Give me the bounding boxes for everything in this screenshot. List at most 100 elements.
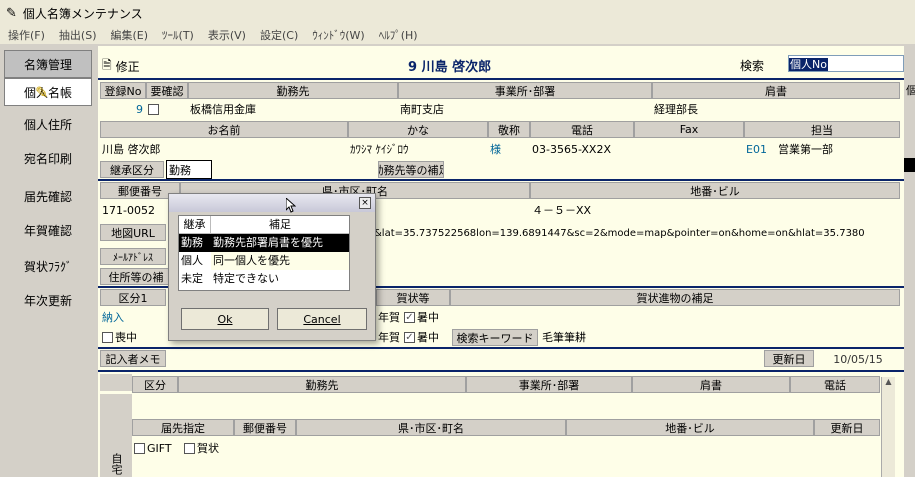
menu-settings[interactable]: 設定(C) [260, 27, 298, 43]
mouse-cursor-icon [285, 196, 297, 217]
divider-4 [98, 347, 904, 349]
lower-side-label: 自宅 [100, 394, 132, 477]
nenga-label: 賀状等 [376, 289, 450, 306]
lower-spacer [100, 374, 132, 391]
header-honor: 敬称 [488, 121, 530, 138]
inherit-label: 継承区分 [100, 161, 164, 178]
keyword-label: 検索キーワード [452, 329, 538, 346]
fax-field[interactable] [634, 140, 744, 158]
lower-header-title: 肩書 [632, 376, 790, 393]
kana-field[interactable]: ｶﾜｼﾏ ｹｲｼﾞﾛｳ [348, 140, 488, 158]
updated-label: 更新日 [764, 350, 814, 367]
dialog-col-supp: 補足 [269, 218, 291, 231]
lower-header-pref: 県･市区･町名 [296, 419, 566, 436]
menu-view[interactable]: 表示(V) [208, 27, 246, 43]
inherit-input[interactable]: 勤務 [166, 160, 212, 179]
nenga-supp-label: 賀状進物の補足 [450, 289, 900, 306]
lower-header-addr: 地番･ビル [566, 419, 814, 436]
right-strip: 個 [904, 46, 915, 477]
company-field[interactable]: 板橋信用金庫 [188, 100, 398, 118]
pencil-icon: ✎ [35, 83, 49, 102]
memo-field[interactable] [166, 350, 764, 368]
mode-indicator: 🗎 修正 [102, 56, 140, 77]
confirm-checkbox[interactable] [146, 100, 188, 118]
lower-header-deliver: 届先指定 [132, 419, 234, 436]
lower-scrollbar[interactable]: ▲ [881, 377, 895, 477]
dialog-col-inherit: 継承 [179, 216, 211, 233]
honor-field[interactable]: 様 [488, 140, 530, 158]
dialog-row-undecided[interactable]: 未定 特定できない [179, 270, 349, 288]
header-confirm: 要確認 [146, 82, 188, 99]
gift-checkbox[interactable]: GIFT [132, 439, 182, 457]
dialog-row-personal[interactable]: 個人 同一個人を優先 [179, 252, 349, 270]
sidebar-item-delivery-check[interactable]: 届先確認 [4, 182, 92, 210]
newyear-shochu-row2[interactable]: 年賀暑中 [376, 328, 450, 346]
title-bar: ✎ 個人名簿メンテナンス [0, 0, 915, 26]
lower-header-updated: 更新日 [814, 419, 880, 436]
menu-edit[interactable]: 編集(E) [111, 27, 149, 43]
dept-field[interactable]: 南町支店 [398, 100, 652, 118]
updated-value: 10/05/15 [814, 350, 900, 368]
newyear-shochu-row1[interactable]: 年賀暑中 [376, 308, 450, 326]
title-field[interactable]: 経理部長 [652, 100, 900, 118]
header-title: 肩書 [652, 82, 900, 99]
menu-help[interactable]: ﾍﾙﾌﾟ(H) [379, 27, 418, 43]
lower-header-tel: 電話 [790, 376, 880, 393]
dialog-row-work[interactable]: 勤務 勤務先部署肩書を優先 [179, 234, 349, 252]
cancel-button[interactable]: Cancel [277, 308, 367, 330]
sidebar-item-label-print[interactable]: 宛名印刷 [4, 144, 92, 172]
document-icon: 🗎 [102, 58, 112, 72]
rep-code[interactable]: E01 [744, 140, 776, 158]
menu-extract[interactable]: 抽出(S) [59, 27, 97, 43]
search-input[interactable]: 個人No [788, 55, 904, 72]
header-kana: かな [348, 121, 488, 138]
sidebar-item-newyear-check[interactable]: 年賀確認 [4, 216, 92, 244]
map-url-label: 地図URL [100, 224, 166, 241]
divider-2 [98, 179, 904, 181]
inherit-dialog: × 継承 補足 勤務 勤務先部署肩書を優先 個人 同一個人を優先 未定 特定でき… [168, 193, 376, 341]
cat1-label: 区分1 [100, 289, 166, 306]
mail-label: ﾒｰﾙｱﾄﾞﾚｽ [100, 248, 166, 265]
keyword-field[interactable]: 毛筆筆耕 [540, 328, 900, 346]
lower-header-cat: 区分 [132, 376, 178, 393]
addr-field[interactable]: ４－５－XX [530, 201, 900, 219]
cat1-value[interactable]: 納入 [100, 308, 174, 326]
scroll-up-icon[interactable]: ▲ [882, 377, 895, 386]
header-company: 勤務先 [188, 82, 398, 99]
top-divider [98, 78, 904, 80]
header-addr: 地番･ビル [530, 182, 900, 199]
close-icon[interactable]: × [359, 197, 371, 209]
mourning-checkbox[interactable]: 喪中 [100, 328, 166, 346]
sidebar-item-personal-address[interactable]: 個人住所 [4, 110, 92, 138]
menu-window[interactable]: ｳｨﾝﾄﾞｳ(W) [312, 27, 364, 43]
menu-tools[interactable]: ﾂｰﾙ(T) [162, 27, 194, 43]
memo-label: 記入者メモ [100, 350, 166, 367]
rep-name[interactable]: 営業第一部 [776, 140, 900, 158]
header-tel: 電話 [530, 121, 634, 138]
lower-header-company: 勤務先 [178, 376, 466, 393]
header-reg-no: 登録No [100, 82, 146, 99]
menu-bar: 操作(F) 抽出(S) 編集(E) ﾂｰﾙ(T) 表示(V) 設定(C) ｳｨﾝ… [0, 26, 915, 44]
tel-field[interactable]: 03-3565-XX2X [530, 140, 634, 158]
header-rep: 担当 [744, 121, 900, 138]
header-fax: Fax [634, 121, 744, 138]
search-label: 検索 [740, 59, 765, 73]
window-title: 個人名簿メンテナンス [22, 6, 143, 21]
sidebar-header[interactable]: 名簿管理 [4, 50, 92, 78]
ok-button[interactable]: Ok [181, 308, 269, 330]
sidebar-item-card-flag[interactable]: 賀状ﾌﾗｸﾞ [4, 252, 92, 280]
lower-header-zip: 郵便番号 [234, 419, 296, 436]
sidebar-item-annual-update[interactable]: 年次更新 [4, 286, 92, 314]
card-checkbox[interactable]: 賀状 [182, 439, 234, 457]
reg-no[interactable]: 9 [100, 100, 146, 118]
lower-header-dept: 事業所･部署 [466, 376, 632, 393]
record-title: 9 川島 啓次郎 [408, 60, 492, 75]
addr-supp-label: 住所等の補 [100, 268, 172, 285]
sidebar-item-personal-book[interactable]: 個人名帳 ✎ [4, 78, 92, 106]
header-dept: 事業所･部署 [398, 82, 652, 99]
name-field[interactable]: 川島 啓次郎 [100, 140, 348, 158]
sidebar: 名簿管理 個人名帳 ✎ 個人住所 宛名印刷 届先確認 年賀確認 賀状ﾌﾗｸﾞ 年… [0, 46, 96, 477]
menu-file[interactable]: 操作(F) [8, 27, 45, 43]
dialog-titlebar: × [169, 194, 375, 212]
dialog-list[interactable]: 継承 補足 勤務 勤務先部署肩書を優先 個人 同一個人を優先 未定 特定できない [178, 215, 350, 291]
